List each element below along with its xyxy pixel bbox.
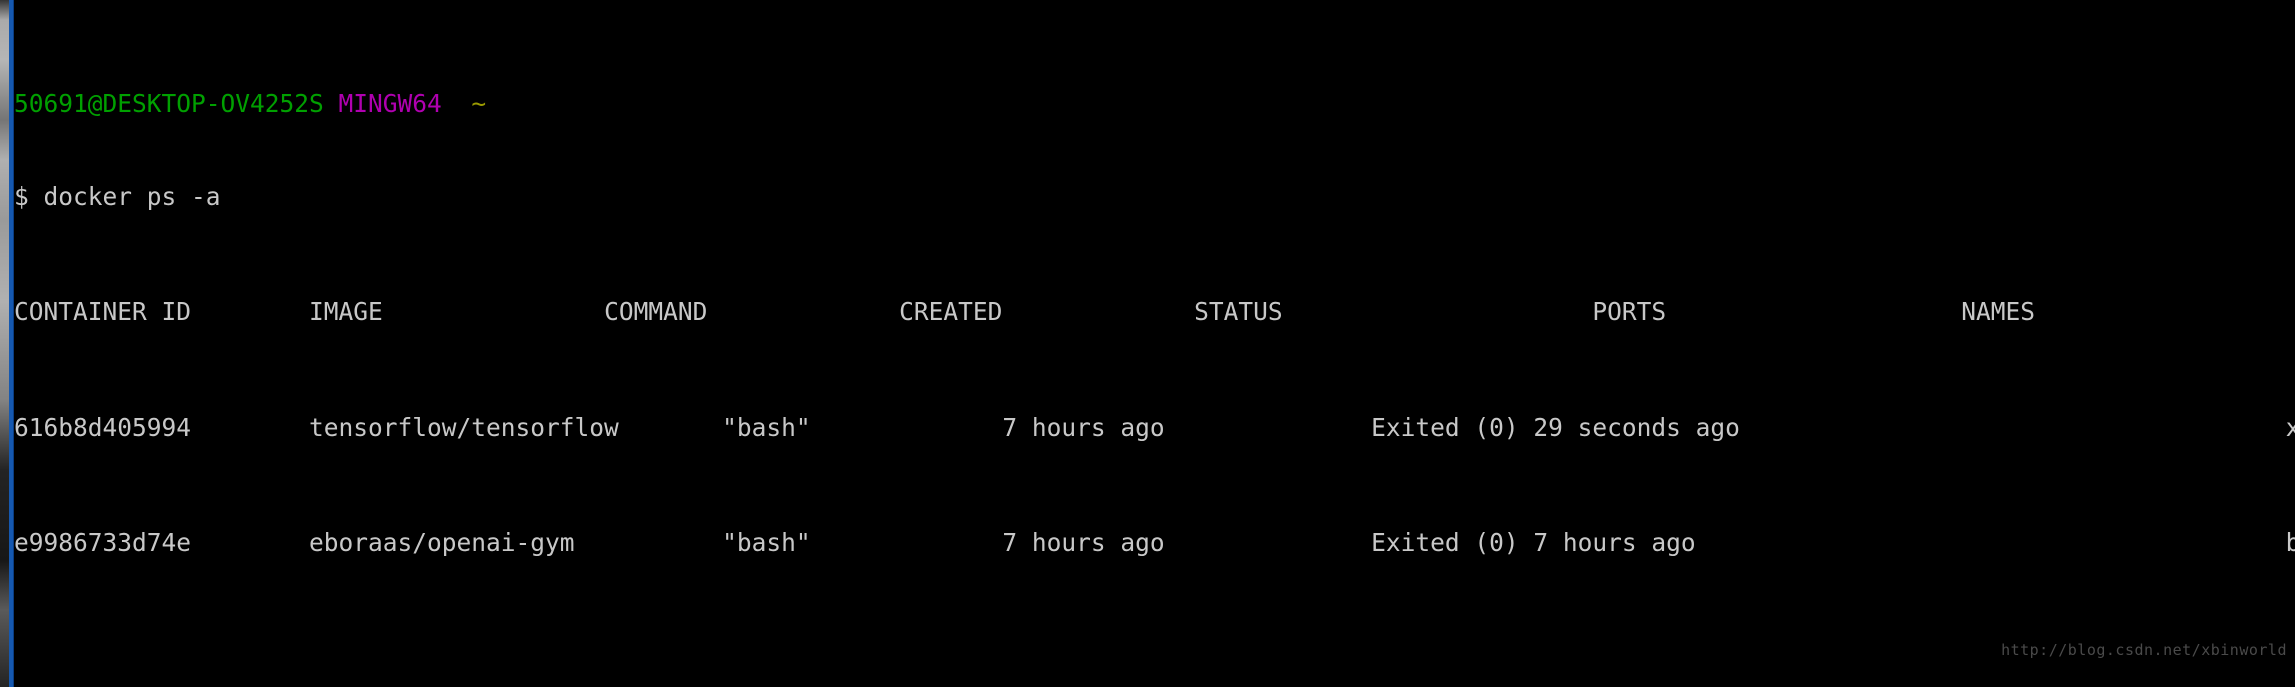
table-row: e9986733d74e eboraas/openai-gym "bash" 7… bbox=[14, 528, 2295, 558]
terminal-output-area[interactable]: 50691@DESKTOP-OV4252S MINGW64 ~ $ docker… bbox=[14, 0, 2295, 687]
prompt-space-2 bbox=[442, 89, 472, 118]
pad-h1 bbox=[191, 297, 309, 326]
prompt-space-1 bbox=[324, 89, 339, 118]
pad-r2a bbox=[191, 528, 309, 557]
cell-names: bin bbox=[2285, 528, 2295, 558]
pad-r1f bbox=[1991, 413, 2286, 442]
command-line-docker-ps: $ docker ps -a bbox=[14, 181, 2295, 211]
cell-created: 7 hours ago bbox=[1002, 528, 1165, 558]
header-ports: PORTS bbox=[1592, 297, 1667, 327]
prompt-shell-name: MINGW64 bbox=[338, 89, 442, 119]
pad-h3 bbox=[707, 297, 899, 326]
pad-h5 bbox=[1283, 297, 1593, 326]
cell-container-id: 616b8d405994 bbox=[14, 412, 192, 442]
cmd-space bbox=[29, 182, 44, 211]
cell-image: tensorflow/tensorflow bbox=[309, 412, 619, 442]
header-status: STATUS bbox=[1194, 297, 1283, 327]
pad-r2d bbox=[1165, 528, 1372, 557]
pad-h4 bbox=[1002, 297, 1194, 326]
pad-r2e bbox=[1696, 528, 1991, 557]
pad-h2 bbox=[383, 297, 604, 326]
cell-image: eboraas/openai-gym bbox=[309, 528, 575, 558]
prompt-sigil: $ bbox=[14, 181, 29, 211]
prompt-path: ~ bbox=[471, 89, 487, 119]
cell-command: "bash" bbox=[722, 412, 811, 442]
header-command: COMMAND bbox=[604, 297, 708, 327]
pad-r1d bbox=[1165, 413, 1372, 442]
pad-r1b bbox=[619, 413, 722, 442]
pad-r1c bbox=[811, 413, 1003, 442]
terminal-screenshot: 50691@DESKTOP-OV4252S MINGW64 ~ $ docker… bbox=[0, 0, 2295, 687]
cell-command: "bash" bbox=[722, 528, 811, 558]
prompt-user-host: 50691@DESKTOP-OV4252S bbox=[14, 89, 324, 119]
header-image: IMAGE bbox=[309, 297, 383, 327]
cell-status: Exited (0) 7 hours ago bbox=[1371, 528, 1696, 558]
pad-r2b bbox=[575, 528, 723, 557]
table-header-row: CONTAINER ID IMAGE COMMAND CREATED STATU… bbox=[14, 297, 2295, 327]
cell-status: Exited (0) 29 seconds ago bbox=[1371, 412, 1740, 442]
pad-r2c bbox=[811, 528, 1003, 557]
cell-names: xx bbox=[2285, 412, 2295, 442]
table-row: 616b8d405994 tensorflow/tensorflow "bash… bbox=[14, 412, 2295, 442]
command-text-docker-ps: docker ps -a bbox=[43, 181, 221, 211]
pad-r2f bbox=[1991, 528, 2286, 557]
watermark: http://blog.csdn.net/xbinworld bbox=[2001, 641, 2287, 659]
pad-r1e bbox=[1740, 413, 1991, 442]
pad-h6 bbox=[1666, 297, 1961, 326]
prompt-line: 50691@DESKTOP-OV4252S MINGW64 ~ bbox=[14, 89, 2295, 119]
background-window-glyphs bbox=[0, 0, 9, 687]
header-names: NAMES bbox=[1961, 297, 2035, 327]
cell-created: 7 hours ago bbox=[1002, 412, 1165, 442]
pad-r1a bbox=[191, 413, 309, 442]
header-container-id: CONTAINER ID bbox=[14, 297, 192, 327]
cell-container-id: e9986733d74e bbox=[14, 528, 192, 558]
header-created: CREATED bbox=[899, 297, 1003, 327]
